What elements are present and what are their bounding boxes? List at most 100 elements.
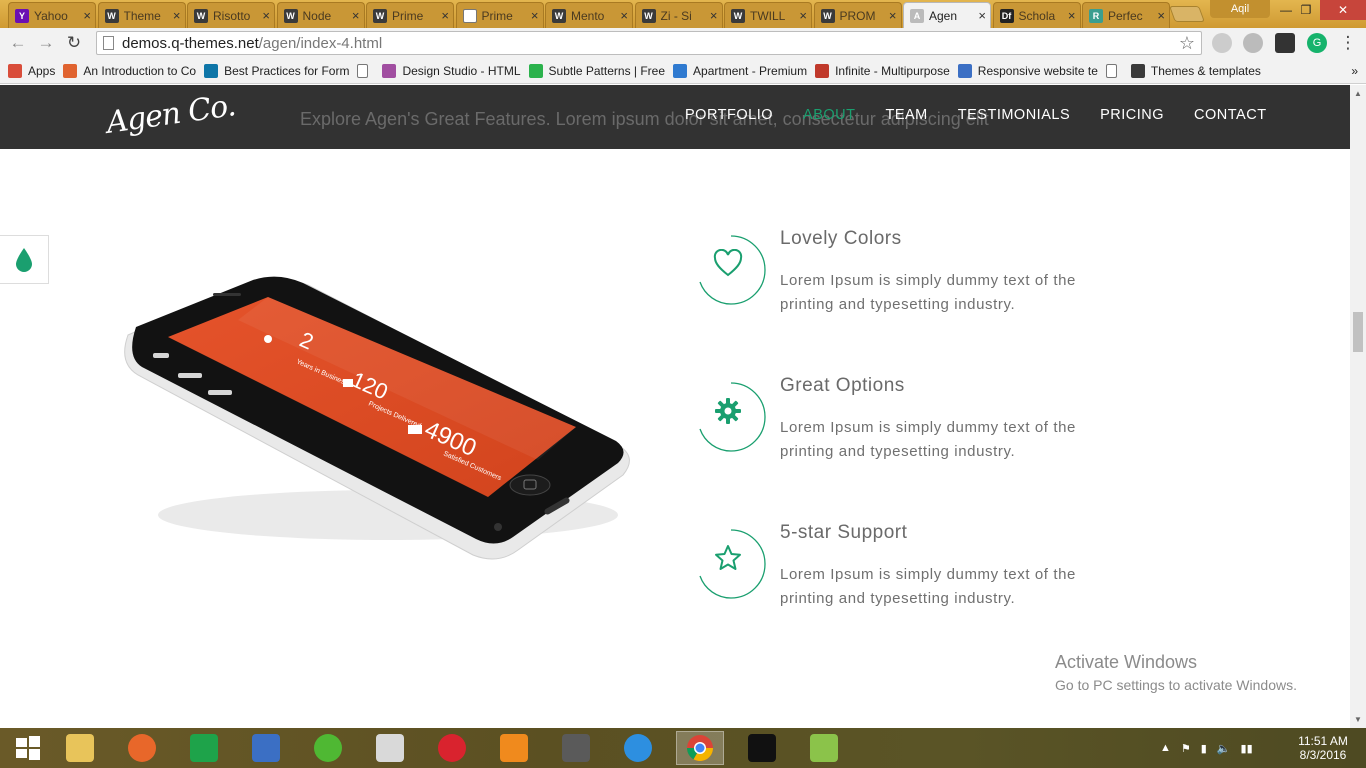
start-icon[interactable] <box>4 731 52 765</box>
close-tab-icon[interactable]: × <box>83 8 91 23</box>
tab-title: Perfec <box>1108 8 1143 23</box>
browser-tab[interactable]: W Mento × <box>545 2 633 28</box>
close-tab-icon[interactable]: × <box>352 8 360 23</box>
browser-tab[interactable]: Y Yahoo × <box>8 2 96 28</box>
bluestacks-icon[interactable] <box>800 731 848 765</box>
system-clock[interactable]: 11:51 AM 8/3/2016 <box>1292 734 1354 762</box>
bookmark-item[interactable]: Responsive website te <box>957 63 1098 78</box>
browser-tab[interactable]: R Perfec × <box>1082 2 1170 28</box>
nav-link-about[interactable]: ABOUT <box>803 107 855 123</box>
power-icon[interactable]: ▮ <box>1201 742 1207 755</box>
tab-title: Prime <box>392 8 424 23</box>
address-bar[interactable]: demos.q-themes.net/agen/index-4.html ☆ <box>96 31 1202 55</box>
feature-item: 5-star Support Lorem Ipsum is simply dumm… <box>696 522 1136 616</box>
close-tab-icon[interactable]: × <box>710 8 718 23</box>
house-icon <box>673 63 688 78</box>
more-bookmarks-icon[interactable]: » <box>1351 64 1358 78</box>
close-tab-icon[interactable]: × <box>531 8 539 23</box>
bookmark-item[interactable]: Best Practices for Form <box>204 63 349 78</box>
browser-tab[interactable]: Prime × <box>455 2 544 28</box>
tray-up-arrow-icon[interactable]: ▲ <box>1160 742 1171 754</box>
chrome-icon[interactable] <box>676 731 724 765</box>
menu-icon[interactable]: ⋮ <box>1338 33 1358 53</box>
firefox-icon[interactable] <box>118 731 166 765</box>
mail-icon[interactable] <box>242 731 290 765</box>
nav-link-team[interactable]: TEAM <box>885 107 927 123</box>
close-tab-icon[interactable]: × <box>620 8 628 23</box>
bookmark-item[interactable]: Apps <box>8 63 55 78</box>
browser-tab[interactable]: W Zi - Si × <box>634 2 723 28</box>
nav-link-contact[interactable]: CONTACT <box>1194 107 1267 123</box>
grammarly-icon[interactable]: G <box>1307 33 1327 53</box>
close-tab-icon[interactable]: × <box>889 8 897 23</box>
frog-icon[interactable] <box>304 731 352 765</box>
nav-link-portfolio[interactable]: PORTFOLIO <box>685 107 773 123</box>
close-tab-icon[interactable]: × <box>799 8 807 23</box>
close-window-button[interactable]: ✕ <box>1320 0 1366 20</box>
tab-title: PROM <box>839 8 876 23</box>
bookmarks-bar: Apps An Introduction to Co Best Practices … <box>0 58 1366 84</box>
page-icon <box>357 63 369 78</box>
feature-title: Lovely Colors <box>780 228 902 249</box>
back-icon[interactable]: ← <box>8 33 28 53</box>
color-switcher-button[interactable] <box>0 235 49 284</box>
browser-tab[interactable]: W PROM × <box>813 2 902 28</box>
ie-icon[interactable] <box>614 731 662 765</box>
browser-tab[interactable]: Df Schola × <box>992 2 1081 28</box>
extension-icon[interactable] <box>1243 33 1263 53</box>
tab-title: Prime <box>481 8 513 23</box>
extension-icon[interactable] <box>1212 33 1232 53</box>
scroll-down-arrow-icon[interactable]: ▼ <box>1354 715 1362 724</box>
sublime-icon[interactable] <box>552 731 600 765</box>
browser-tab[interactable]: A Agen × <box>903 2 991 28</box>
new-tab-button[interactable] <box>1169 6 1205 22</box>
page-icon <box>103 36 114 50</box>
file-explorer-icon[interactable] <box>56 731 104 765</box>
site-logo[interactable]: Agen Co. <box>104 88 237 141</box>
network-icon[interactable]: ▮▮ <box>1241 742 1253 755</box>
browser-tab[interactable]: W Theme × <box>97 2 186 28</box>
vlc-icon[interactable] <box>490 731 538 765</box>
bookmark-item[interactable]: Themes & templates <box>1130 63 1261 78</box>
close-tab-icon[interactable]: × <box>441 8 449 23</box>
themeforest-icon: W <box>731 8 745 23</box>
bookmark-star-icon[interactable]: ☆ <box>1179 33 1195 54</box>
page-scrollbar[interactable]: ▲ ▼ <box>1350 85 1366 728</box>
bookmark-item[interactable] <box>1105 63 1123 78</box>
scrollbar-thumb[interactable] <box>1353 312 1363 352</box>
speaker-icon[interactable]: 🔈 <box>1217 742 1231 755</box>
close-tab-icon[interactable]: × <box>173 8 181 23</box>
browser-tab[interactable]: W Risotto × <box>187 2 275 28</box>
feature-item: Lovely Colors Lorem Ipsum is simply dummy… <box>696 228 1136 322</box>
tab-title: Mento <box>571 8 605 23</box>
bookmark-item[interactable]: Apartment - Premium <box>673 63 807 78</box>
nav-link-testimonials[interactable]: TESTIMONIALS <box>958 107 1070 123</box>
close-tab-icon[interactable]: × <box>1068 8 1076 23</box>
close-tab-icon[interactable]: × <box>262 8 270 23</box>
reload-icon[interactable]: ↻ <box>64 33 84 53</box>
evernote-icon[interactable] <box>1275 33 1295 53</box>
e-app-icon[interactable] <box>738 731 786 765</box>
bookmark-item[interactable]: An Introduction to Co <box>63 63 196 78</box>
paint-icon[interactable] <box>366 731 414 765</box>
store-icon[interactable] <box>180 731 228 765</box>
bookmark-item[interactable]: Subtle Patterns | Free <box>528 63 665 78</box>
restore-button[interactable]: ❐ <box>1292 0 1320 20</box>
browser-tab[interactable]: W TWILL × <box>724 2 812 28</box>
nav-link-pricing[interactable]: PRICING <box>1100 107 1164 123</box>
opera-icon[interactable] <box>428 731 476 765</box>
forward-icon[interactable]: → <box>36 33 56 53</box>
gear-icon <box>713 396 743 426</box>
profile-button[interactable]: Aqil <box>1210 0 1270 18</box>
flag-icon[interactable]: ⚑ <box>1181 742 1191 755</box>
browser-tab[interactable]: W Node × <box>276 2 365 28</box>
browser-tab[interactable]: W Prime × <box>366 2 454 28</box>
bookmark-item[interactable]: Infinite - Multipurpose <box>815 63 950 78</box>
wp-icon <box>815 63 830 78</box>
bookmark-item[interactable] <box>357 63 374 78</box>
close-tab-icon[interactable]: × <box>978 8 986 23</box>
scroll-up-arrow-icon[interactable]: ▲ <box>1354 89 1362 98</box>
main-nav: PORTFOLIO ABOUT TEAM TESTIMONIALS PRICING CON… <box>685 107 1267 123</box>
close-tab-icon[interactable]: × <box>1157 8 1165 23</box>
bookmark-item[interactable]: Design Studio - HTML <box>382 63 521 78</box>
